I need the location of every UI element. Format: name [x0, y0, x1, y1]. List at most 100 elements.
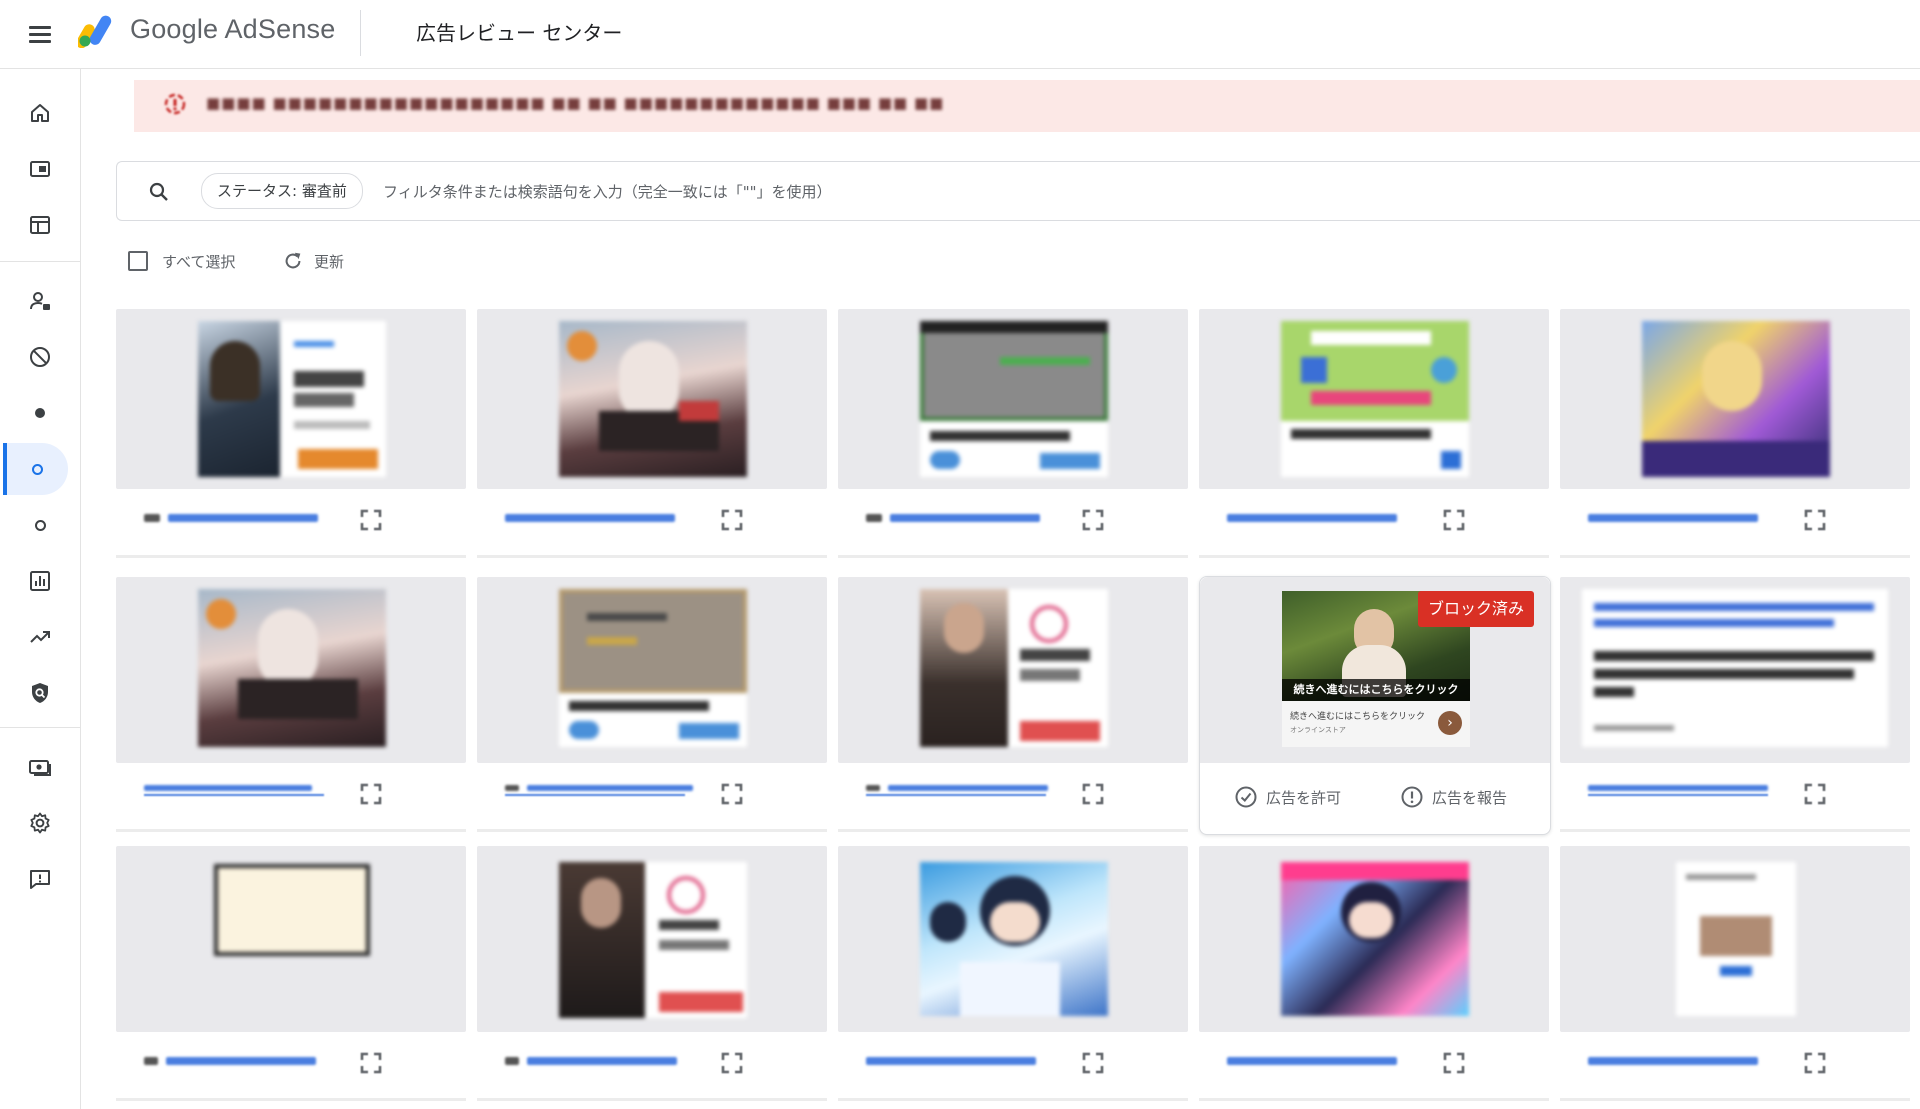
nav-home[interactable] [0, 87, 80, 139]
select-all-label: すべて選択 [162, 252, 236, 271]
top-app-bar: Google AdSense 広告レビュー センター [0, 0, 1920, 69]
filter-input[interactable] [381, 176, 1885, 208]
blocked-badge: ブロック済み [1417, 591, 1534, 627]
ad-card-footer [477, 1032, 827, 1101]
payments-icon [29, 760, 51, 776]
ad-card[interactable] [1560, 577, 1910, 837]
nav-item-ring[interactable] [0, 499, 80, 551]
chevron-right-icon: › [1438, 711, 1462, 735]
ad-creative [559, 862, 747, 1018]
nav-policy-center[interactable] [0, 667, 80, 719]
ad-card-footer [838, 489, 1188, 558]
nav-blocking-controls[interactable] [0, 331, 80, 383]
refresh-button[interactable]: 更新 [282, 247, 344, 275]
ad-card[interactable] [838, 577, 1188, 837]
ad-card[interactable] [838, 846, 1188, 1109]
settings-icon [30, 812, 50, 834]
ad-creative [920, 589, 1108, 747]
expand-icon[interactable] [360, 1052, 382, 1074]
advertiser-link[interactable] [1588, 785, 1768, 797]
dot-ring-icon [31, 463, 43, 475]
expand-icon[interactable] [721, 509, 743, 531]
ad-creative-subtext-small: オンラインストア [1290, 726, 1346, 734]
expand-icon[interactable] [721, 783, 743, 805]
policy-center-icon [32, 683, 48, 703]
ad-card[interactable] [477, 577, 827, 837]
ad-creative [1642, 321, 1830, 477]
ad-card[interactable] [116, 309, 466, 562]
expand-icon[interactable] [1082, 509, 1104, 531]
nav-reports[interactable] [0, 555, 80, 607]
allow-ad-label: 広告を許可 [1266, 788, 1342, 807]
nav-ads[interactable] [0, 143, 80, 195]
advertiser-link[interactable] [144, 1054, 324, 1066]
nav-sites[interactable] [0, 199, 80, 251]
advertiser-link[interactable] [866, 511, 1046, 523]
report-ad-label: 広告を報告 [1432, 788, 1508, 807]
ad-preview [116, 846, 466, 1032]
nav-feedback[interactable] [0, 853, 80, 905]
ad-creative-caption: 続きへ進むにはこちらをクリック [1282, 679, 1470, 701]
ad-card[interactable] [1199, 846, 1549, 1109]
ad-card[interactable] [477, 309, 827, 562]
ad-card-footer [116, 763, 466, 832]
expand-icon[interactable] [1082, 1052, 1104, 1074]
refresh-icon [285, 252, 301, 269]
status-filter-chip[interactable]: ステータス: 審査前 [201, 173, 363, 209]
advertiser-link[interactable] [505, 511, 685, 523]
ad-preview [838, 577, 1188, 763]
header-divider [360, 10, 361, 56]
ad-card[interactable] [838, 309, 1188, 562]
nav-payments[interactable] [0, 741, 80, 793]
nav-optimization[interactable] [0, 611, 80, 663]
error-banner: ■■■■ ■■■■■■■■■■■■■■■■■■ ■■ ■■ ■■■■■■■■■■… [134, 80, 1920, 132]
ad-creative [1582, 589, 1888, 747]
ad-card[interactable] [116, 577, 466, 837]
select-all-checkbox[interactable]: すべて選択 [128, 247, 235, 275]
ad-card[interactable] [1560, 309, 1910, 562]
advertiser-link[interactable] [505, 785, 693, 797]
nav-item-dot[interactable] [0, 387, 80, 439]
ad-card-footer [116, 1032, 466, 1101]
ad-creative-subtext: 続きへ進むにはこちらをクリック [1290, 712, 1426, 722]
advertiser-link[interactable] [1227, 1054, 1407, 1066]
optimization-icon [30, 631, 50, 643]
expand-icon[interactable] [721, 1052, 743, 1074]
advertiser-link[interactable] [144, 511, 324, 523]
advertiser-link[interactable] [1588, 511, 1768, 523]
advertiser-link[interactable] [144, 785, 324, 797]
expand-icon[interactable] [1804, 1052, 1826, 1074]
advertiser-link[interactable] [1588, 1054, 1768, 1066]
ad-creative [1676, 862, 1796, 1016]
blocking-controls-icon [30, 347, 50, 367]
advertiser-link[interactable] [505, 1054, 685, 1066]
ad-card-blocked[interactable]: ブロック済み 続きへ進むにはこちらをクリック 続きへ進むにはこちらをクリック オ… [1199, 576, 1551, 835]
ad-card[interactable] [477, 846, 827, 1109]
ad-card[interactable] [1560, 846, 1910, 1109]
report-ad-button[interactable]: 広告を報告 [1400, 785, 1507, 809]
expand-icon[interactable] [1804, 783, 1826, 805]
nav-ad-review-center[interactable] [3, 443, 68, 495]
nav-privacy-messaging[interactable] [0, 275, 80, 327]
advertiser-link[interactable] [866, 1054, 1046, 1066]
checkbox-icon [128, 251, 148, 271]
expand-icon[interactable] [1804, 509, 1826, 531]
ad-card-footer [1560, 1032, 1910, 1101]
expand-icon[interactable] [1082, 783, 1104, 805]
main-menu-button[interactable] [26, 20, 54, 48]
search-icon[interactable] [147, 180, 171, 204]
allow-ad-button[interactable]: 広告を許可 [1234, 785, 1341, 809]
expand-icon[interactable] [360, 509, 382, 531]
ad-card-footer [838, 1032, 1188, 1101]
advertiser-link[interactable] [866, 785, 1048, 797]
navigation-rail [0, 69, 81, 1109]
advertiser-link[interactable] [1227, 511, 1407, 523]
brand-name: Google AdSense [130, 14, 336, 44]
privacy-messaging-icon [30, 292, 50, 310]
nav-settings[interactable] [0, 797, 80, 849]
expand-icon[interactable] [1443, 1052, 1465, 1074]
ad-card[interactable] [1199, 309, 1549, 562]
expand-icon[interactable] [1443, 509, 1465, 531]
expand-icon[interactable] [360, 783, 382, 805]
ad-card[interactable] [116, 846, 466, 1109]
